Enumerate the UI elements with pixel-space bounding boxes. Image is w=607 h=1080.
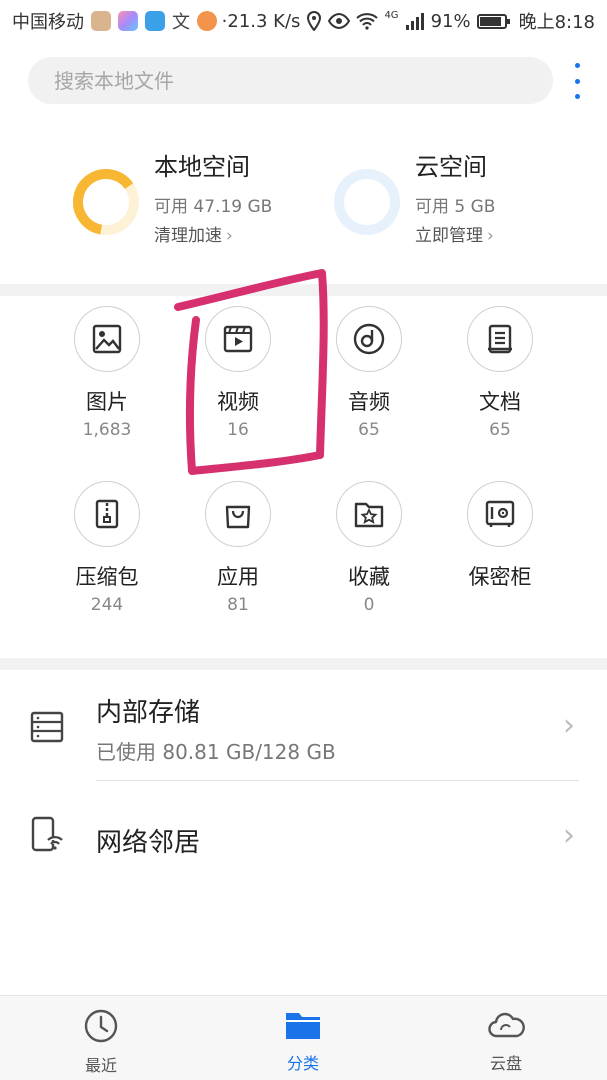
- category-label: 音频: [348, 390, 390, 414]
- category-label: 保密柜: [468, 565, 532, 589]
- clean-speedup-link[interactable]: 清理加速 ›: [154, 221, 272, 246]
- storage-drive-icon: [30, 711, 64, 743]
- status-bar: 中国移动 文 ·21.3 K/s 4G 91% 晚上8:18: [0, 0, 607, 42]
- chevron-right-icon: ›: [563, 818, 575, 853]
- folder-icon: [286, 1013, 320, 1039]
- category-safe[interactable]: 保密柜: [445, 481, 555, 595]
- storage-summary: 本地空间 可用 47.19 GB 清理加速 › 云空间 可用 5 GB 立即管理 ›: [0, 150, 607, 260]
- section-divider: [0, 284, 607, 296]
- clean-speedup-label: 清理加速: [154, 226, 222, 246]
- category-label: 压缩包: [75, 565, 139, 589]
- battery-percent: 91%: [430, 10, 471, 32]
- bottom-navigation: 最近 分类 云盘: [0, 995, 607, 1080]
- category-audio[interactable]: 音频 65: [314, 306, 424, 440]
- internal-storage-title: 内部存储: [96, 698, 201, 728]
- location-icon: [307, 11, 322, 31]
- network-neighborhood-row[interactable]: 网络邻居 ›: [0, 782, 607, 902]
- manage-now-label: 立即管理: [415, 226, 483, 246]
- section-divider: [0, 658, 607, 670]
- category-documents[interactable]: 文档 65: [445, 306, 555, 440]
- internal-storage-row[interactable]: 内部存储 已使用 80.81 GB/128 GB ›: [0, 672, 607, 782]
- cloud-icon: [488, 1012, 525, 1038]
- safe-icon: [485, 500, 515, 527]
- category-count: 1,683: [82, 420, 132, 440]
- notification-app-icon: [197, 11, 217, 31]
- category-images[interactable]: 图片 1,683: [52, 306, 162, 440]
- category-icon-circle: [74, 306, 140, 372]
- battery-icon: [476, 13, 510, 29]
- local-space-ring-icon: [73, 169, 139, 235]
- category-icon-circle: [336, 481, 402, 547]
- star-folder-icon: [354, 502, 384, 528]
- nav-label: 云盘: [489, 1054, 522, 1073]
- cloud-space-card[interactable]: 云空间 可用 5 GB 立即管理 ›: [333, 150, 495, 246]
- category-icon-circle: [467, 481, 533, 547]
- category-videos[interactable]: 视频 16: [183, 306, 293, 440]
- chevron-right-icon: ›: [563, 708, 575, 743]
- image-icon: [92, 324, 122, 354]
- category-icon-circle: [74, 481, 140, 547]
- chevron-right-icon: ›: [226, 226, 233, 246]
- network-type: 4G: [384, 9, 399, 21]
- phone-wifi-icon: [31, 816, 63, 852]
- clock-icon: [84, 1009, 118, 1043]
- category-label: 收藏: [348, 565, 390, 589]
- notification-app-icon: [145, 11, 165, 31]
- category-count: 0: [363, 595, 375, 615]
- wifi-icon: [356, 13, 379, 30]
- document-icon: [488, 324, 512, 354]
- manage-now-link[interactable]: 立即管理 ›: [415, 221, 495, 246]
- category-label: 图片: [86, 390, 128, 414]
- search-row: [28, 57, 598, 105]
- nav-tab-recent[interactable]: 最近: [51, 1008, 151, 1076]
- more-options-button[interactable]: [570, 63, 584, 99]
- internal-storage-usage: 已使用 80.81 GB/128 GB: [96, 740, 336, 764]
- signal-icon: [405, 13, 424, 30]
- nav-tab-cloud[interactable]: 云盘: [456, 1008, 556, 1074]
- clock-time: 晚上8:18: [518, 12, 595, 33]
- notification-app-icon: [118, 11, 138, 31]
- local-space-card[interactable]: 本地空间 可用 47.19 GB 清理加速 ›: [72, 150, 272, 246]
- cloud-space-title: 云空间: [415, 153, 487, 181]
- category-count: 65: [489, 420, 511, 440]
- category-apps[interactable]: 应用 81: [183, 481, 293, 615]
- shopping-bag-icon: [225, 505, 251, 529]
- carrier-name: 中国移动: [12, 12, 84, 33]
- category-icon-circle: [467, 306, 533, 372]
- category-count: 81: [227, 595, 249, 615]
- category-archives[interactable]: 压缩包 244: [52, 481, 162, 615]
- video-icon: [223, 325, 253, 353]
- category-grid: 图片 1,683 视频 16 音频 65 文档 65 压缩包 244 应用 81…: [0, 298, 607, 658]
- network-neighborhood-title: 网络邻居: [96, 828, 201, 858]
- cloud-space-ring-icon: [334, 169, 400, 235]
- search-input[interactable]: [28, 57, 553, 104]
- category-icon-circle: [205, 306, 271, 372]
- category-count: 16: [227, 420, 249, 440]
- category-count: 65: [358, 420, 380, 440]
- local-space-free: 可用 47.19 GB: [154, 197, 273, 217]
- category-icon-circle: [336, 306, 402, 372]
- nav-label: 分类: [286, 1054, 319, 1073]
- cloud-space-free: 可用 5 GB: [415, 197, 496, 217]
- nav-tab-categories[interactable]: 分类: [253, 1008, 353, 1074]
- category-favorites[interactable]: 收藏 0: [314, 481, 424, 615]
- local-space-title: 本地空间: [154, 153, 250, 181]
- music-disc-icon: [353, 323, 385, 355]
- storage-locations-list: 内部存储 已使用 80.81 GB/128 GB › 网络邻居 ›: [0, 672, 607, 902]
- eye-icon: [328, 13, 351, 29]
- zip-icon: [95, 499, 119, 529]
- row-divider: [96, 780, 579, 781]
- notification-app-icon: [91, 11, 111, 31]
- chevron-right-icon: ›: [487, 226, 494, 246]
- nav-label: 最近: [84, 1056, 117, 1075]
- category-count: 244: [90, 595, 124, 615]
- category-label: 应用: [217, 565, 259, 589]
- translate-app-icon: 文: [172, 12, 190, 33]
- category-icon-circle: [205, 481, 271, 547]
- category-label: 文档: [479, 390, 521, 414]
- category-label: 视频: [217, 390, 259, 414]
- network-speed: ·21.3 K/s: [221, 10, 301, 32]
